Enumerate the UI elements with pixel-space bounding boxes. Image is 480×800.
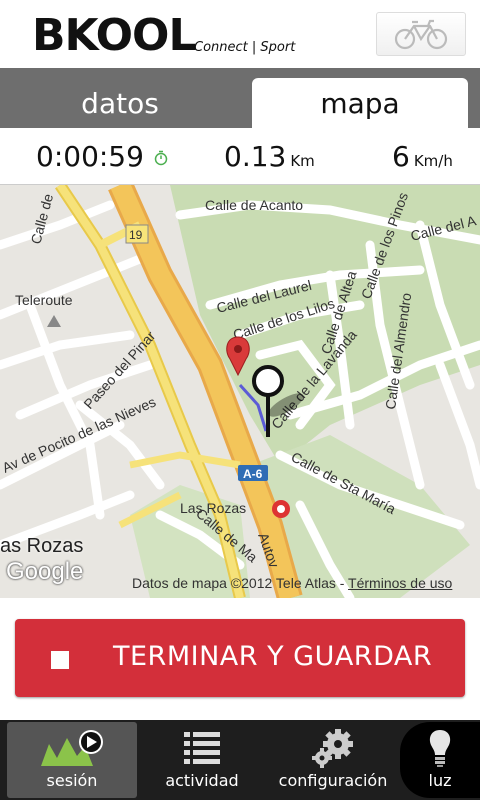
speed-unit: Km/h	[413, 152, 453, 170]
map-label: Teleroute	[15, 292, 73, 308]
tab-bar: datos mapa	[0, 68, 480, 128]
stop-icon	[51, 651, 69, 669]
finish-and-save-button[interactable]: TERMINAR Y GUARDAR	[15, 619, 465, 697]
app-header: BKOOL Connect | Sport	[0, 0, 480, 68]
list-icon	[184, 732, 220, 764]
nav-actividad[interactable]: actividad	[140, 722, 264, 798]
motorway-shield: A-6	[243, 467, 263, 481]
map-city-label: as Rozas	[0, 535, 84, 557]
bicycle-icon	[394, 19, 448, 50]
bottom-nav: sesión actividad configuración luz	[0, 720, 480, 800]
tab-mapa[interactable]: mapa	[252, 78, 468, 128]
speed-value: 6	[392, 140, 410, 173]
gears-icon	[312, 729, 353, 768]
stats-row: 0:00:59 0.13 Km 6 Km/h	[0, 128, 480, 185]
nav-label: configuración	[278, 771, 388, 790]
brand-tagline: Connect | Sport	[194, 40, 296, 55]
google-logo: Google	[6, 558, 84, 585]
time-value: 0:00:59	[36, 140, 144, 173]
terms-link[interactable]: Términos de uso	[348, 575, 452, 591]
bike-button[interactable]	[376, 12, 466, 56]
finish-and-save-label: TERMINAR Y GUARDAR	[113, 641, 433, 672]
elapsed-time: 0:00:59	[36, 140, 168, 173]
tab-datos[interactable]: datos	[0, 78, 240, 128]
exit-badge: 19	[129, 228, 143, 242]
stopwatch-icon	[154, 150, 168, 166]
distance-value: 0.13	[224, 140, 287, 173]
nav-label: sesión	[46, 771, 98, 790]
light-bulb-icon	[429, 730, 451, 767]
speed: 6 Km/h	[392, 140, 453, 173]
map-label: Calle de Acanto	[205, 197, 303, 213]
nav-luz[interactable]: luz	[400, 722, 480, 798]
distance-unit: Km	[290, 152, 315, 170]
distance: 0.13 Km	[224, 140, 315, 173]
map-view[interactable]: Calle de Acanto Calle del A Calle de Cal…	[0, 185, 480, 598]
session-icon	[41, 730, 103, 766]
nav-label: actividad	[165, 771, 239, 790]
nav-sesion[interactable]: sesión	[7, 722, 137, 798]
map-credits-text: Datos de mapa ©2012 Tele Atlas -	[132, 575, 349, 591]
nav-configuracion[interactable]: configuración	[268, 722, 398, 798]
map-label: Calle de	[27, 192, 56, 246]
nav-label: luz	[428, 771, 452, 790]
brand-logo: BKOOL	[32, 10, 197, 61]
map-credits: Datos de mapa ©2012 Tele Atlas - Término…	[132, 575, 452, 591]
map-label: Las Rozas	[180, 500, 246, 516]
